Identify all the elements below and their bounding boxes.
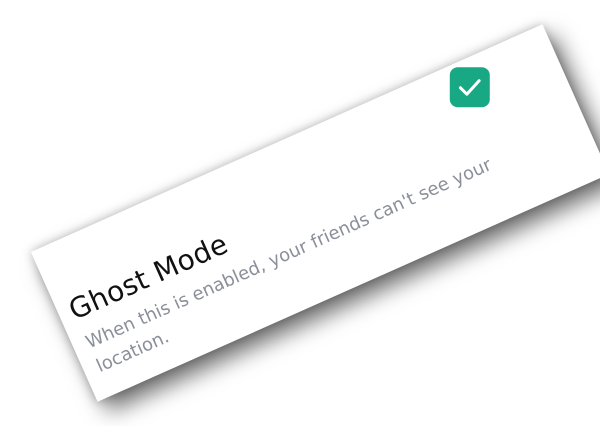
screen: Ghost Mode When this is enabled, your fr… <box>0 0 600 426</box>
ghost-mode-setting-card: Ghost Mode When this is enabled, your fr… <box>30 24 600 402</box>
ghost-mode-checkbox[interactable] <box>449 67 490 108</box>
checkmark-icon <box>458 79 481 96</box>
